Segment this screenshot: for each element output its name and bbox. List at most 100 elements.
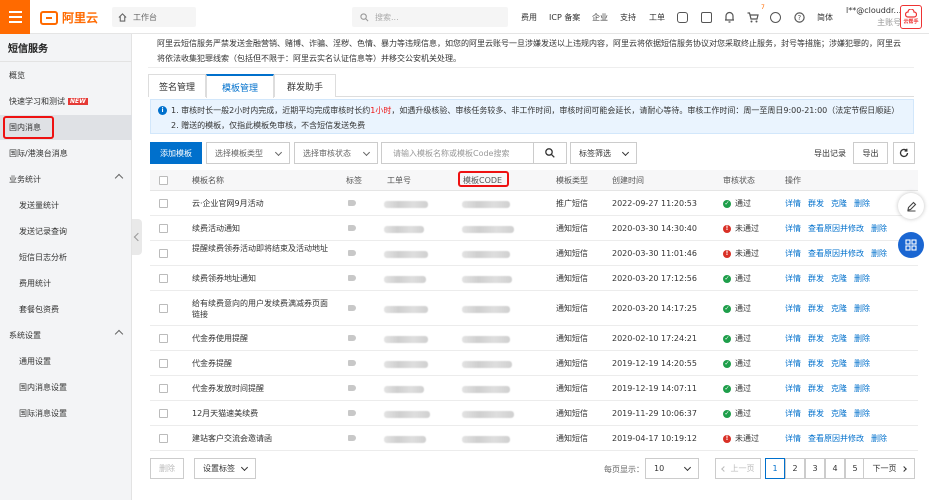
sidebar-item-international-settings[interactable]: 国际消息设置 bbox=[0, 401, 132, 426]
row-action-link[interactable]: 删除 bbox=[854, 358, 870, 369]
row-action-link[interactable]: 查看原因并修改 bbox=[808, 433, 864, 444]
row-checkbox[interactable] bbox=[159, 384, 168, 393]
row-action-link[interactable]: 删除 bbox=[854, 303, 870, 314]
row-action-link[interactable]: 详情 bbox=[785, 333, 801, 344]
row-action-link[interactable]: 克隆 bbox=[831, 333, 847, 344]
page-5-button[interactable]: 5 bbox=[845, 458, 865, 479]
row-action-link[interactable]: 删除 bbox=[854, 198, 870, 209]
page-3-button[interactable]: 3 bbox=[805, 458, 825, 479]
tag-icon[interactable] bbox=[348, 385, 356, 391]
tag-icon[interactable] bbox=[348, 225, 356, 231]
row-action-link[interactable]: 群发 bbox=[808, 333, 824, 344]
row-action-link[interactable]: 克隆 bbox=[831, 303, 847, 314]
row-action-link[interactable]: 删除 bbox=[871, 223, 887, 234]
row-checkbox[interactable] bbox=[159, 409, 168, 418]
next-page-button[interactable]: 下一页 bbox=[863, 458, 915, 479]
export-button[interactable]: 导出 bbox=[853, 142, 888, 164]
row-action-link[interactable]: 查看原因并修改 bbox=[808, 248, 864, 259]
cart-icon[interactable] bbox=[747, 0, 759, 34]
language-switch[interactable]: 简体 bbox=[817, 0, 833, 34]
row-checkbox[interactable] bbox=[159, 434, 168, 443]
nav-link-support[interactable]: 支持 bbox=[620, 0, 636, 34]
tag-icon[interactable] bbox=[348, 410, 356, 416]
row-action-link[interactable]: 详情 bbox=[785, 433, 801, 444]
page-2-button[interactable]: 2 bbox=[785, 458, 805, 479]
set-tags-select[interactable]: 设置标签 bbox=[194, 458, 256, 479]
hamburger-menu-button[interactable] bbox=[0, 0, 30, 34]
row-action-link[interactable]: 删除 bbox=[871, 248, 887, 259]
sidebar-item-send-records[interactable]: 发送记录查询 bbox=[0, 219, 132, 244]
row-action-link[interactable]: 详情 bbox=[785, 408, 801, 419]
row-action-link[interactable]: 详情 bbox=[785, 248, 801, 259]
sidebar-item-overview[interactable]: 概览 bbox=[0, 63, 132, 88]
template-type-select[interactable]: 选择模板类型 bbox=[206, 142, 290, 164]
row-action-link[interactable]: 克隆 bbox=[831, 383, 847, 394]
select-all-checkbox[interactable] bbox=[159, 176, 168, 185]
tab-signature-management[interactable]: 签名管理 bbox=[148, 74, 206, 97]
row-action-link[interactable]: 详情 bbox=[785, 273, 801, 284]
nav-link-ticket[interactable]: 工单 bbox=[649, 0, 665, 34]
row-action-link[interactable]: 克隆 bbox=[831, 198, 847, 209]
terminal-icon[interactable] bbox=[701, 0, 712, 34]
search-button[interactable] bbox=[533, 142, 567, 164]
row-checkbox[interactable] bbox=[159, 224, 168, 233]
template-search-input[interactable]: 请输入模板名称或模板Code搜索 bbox=[381, 142, 534, 164]
edit-feedback-button[interactable] bbox=[898, 193, 924, 219]
sidebar-item-log-analysis[interactable]: 短信日志分析 bbox=[0, 245, 132, 270]
aliyun-logo[interactable]: 阿里云 bbox=[40, 9, 98, 26]
refresh-button[interactable] bbox=[893, 142, 915, 164]
row-action-link[interactable]: 群发 bbox=[808, 383, 824, 394]
row-action-link[interactable]: 删除 bbox=[854, 408, 870, 419]
bulk-delete-button[interactable]: 删除 bbox=[150, 458, 184, 479]
sidebar-group-settings[interactable]: 系统设置 bbox=[0, 323, 132, 348]
row-action-link[interactable]: 详情 bbox=[785, 358, 801, 369]
row-checkbox[interactable] bbox=[159, 304, 168, 313]
help-icon[interactable]: ? bbox=[794, 0, 805, 34]
review-status-select[interactable]: 选择审核状态 bbox=[294, 142, 378, 164]
bell-icon[interactable] bbox=[724, 0, 735, 34]
row-action-link[interactable]: 详情 bbox=[785, 383, 801, 394]
account-menu[interactable]: l**@clouddr... 主账号 bbox=[846, 5, 901, 29]
sidebar-group-statistics[interactable]: 业务统计 bbox=[0, 167, 132, 192]
nav-link-enterprise[interactable]: 企业 bbox=[592, 0, 608, 34]
page-size-select[interactable]: 10 bbox=[645, 458, 699, 479]
tag-icon[interactable] bbox=[348, 435, 356, 441]
tag-icon[interactable] bbox=[348, 200, 356, 206]
sidebar-item-general-settings[interactable]: 通用设置 bbox=[0, 349, 132, 374]
row-action-link[interactable]: 克隆 bbox=[831, 408, 847, 419]
prev-page-button[interactable]: 上一页 bbox=[715, 458, 761, 479]
nav-link-icp[interactable]: ICP 备案 bbox=[549, 0, 580, 34]
row-action-link[interactable]: 详情 bbox=[785, 198, 801, 209]
row-checkbox[interactable] bbox=[159, 334, 168, 343]
row-action-link[interactable]: 删除 bbox=[854, 273, 870, 284]
row-action-link[interactable]: 群发 bbox=[808, 273, 824, 284]
sidebar-collapse-handle[interactable] bbox=[132, 219, 142, 255]
sidebar-item-cost-statistics[interactable]: 费用统计 bbox=[0, 271, 132, 296]
page-1-button[interactable]: 1 bbox=[765, 458, 785, 479]
row-action-link[interactable]: 删除 bbox=[871, 433, 887, 444]
row-action-link[interactable]: 克隆 bbox=[831, 273, 847, 284]
page-4-button[interactable]: 4 bbox=[825, 458, 845, 479]
row-action-link[interactable]: 删除 bbox=[854, 333, 870, 344]
apps-float-button[interactable] bbox=[898, 232, 924, 258]
workbench-button[interactable]: 工作台 bbox=[112, 7, 196, 27]
row-action-link[interactable]: 群发 bbox=[808, 358, 824, 369]
tag-icon[interactable] bbox=[348, 360, 356, 366]
row-action-link[interactable]: 删除 bbox=[854, 383, 870, 394]
row-checkbox[interactable] bbox=[159, 359, 168, 368]
tag-filter-select[interactable]: 标签筛选 bbox=[570, 142, 637, 164]
tab-template-management[interactable]: 模板管理 bbox=[206, 74, 274, 98]
row-action-link[interactable]: 详情 bbox=[785, 223, 801, 234]
add-template-button[interactable]: 添加模板 bbox=[150, 142, 202, 164]
global-search-input[interactable]: 搜索... bbox=[352, 7, 508, 27]
row-action-link[interactable]: 群发 bbox=[808, 408, 824, 419]
tab-bulk-send-assistant[interactable]: 群发助手 bbox=[274, 74, 336, 97]
sidebar-item-send-volume[interactable]: 发送量统计 bbox=[0, 193, 132, 218]
row-checkbox[interactable] bbox=[159, 274, 168, 283]
row-action-link[interactable]: 详情 bbox=[785, 303, 801, 314]
row-action-link[interactable]: 群发 bbox=[808, 198, 824, 209]
code-icon[interactable] bbox=[677, 0, 688, 34]
tag-icon[interactable] bbox=[348, 335, 356, 341]
robot-icon[interactable] bbox=[770, 0, 781, 34]
sidebar-item-domestic-settings[interactable]: 国内消息设置 bbox=[0, 375, 132, 400]
